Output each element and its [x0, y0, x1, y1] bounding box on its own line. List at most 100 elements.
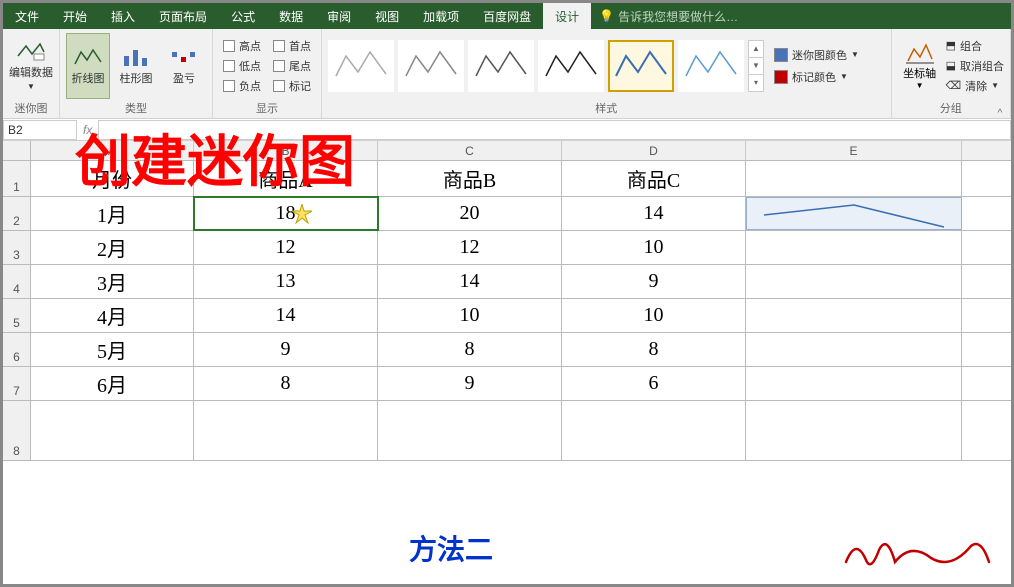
cell-e3[interactable]: [746, 231, 962, 264]
cell-b4[interactable]: 13: [194, 265, 378, 298]
row-header-1[interactable]: 1: [3, 161, 31, 196]
group-label-show: 显示: [219, 100, 315, 116]
group-label-type: 类型: [66, 100, 206, 116]
cell-e5[interactable]: [746, 299, 962, 332]
cell-c5[interactable]: 10: [378, 299, 562, 332]
neg-point-checkbox[interactable]: 负点: [223, 78, 261, 94]
annotation-subtitle: 方法二: [409, 528, 493, 568]
cell-a4[interactable]: 3月: [31, 265, 194, 298]
cell-c1[interactable]: 商品B: [378, 161, 562, 196]
tab-formulas[interactable]: 公式: [219, 3, 267, 29]
cell-a6[interactable]: 5月: [31, 333, 194, 366]
row-header-2[interactable]: 2: [3, 197, 31, 230]
cell-e1[interactable]: [746, 161, 962, 196]
cell-c8[interactable]: [378, 401, 562, 460]
tab-view[interactable]: 视图: [363, 3, 411, 29]
tab-design[interactable]: 设计: [543, 3, 591, 29]
cell-a8[interactable]: [31, 401, 194, 460]
tab-file[interactable]: 文件: [3, 3, 51, 29]
row-header-7[interactable]: 7: [3, 367, 31, 400]
cell-d8[interactable]: [562, 401, 746, 460]
cell-d2[interactable]: 14: [562, 197, 746, 230]
cell-c2[interactable]: 20: [378, 197, 562, 230]
style-option-1[interactable]: [328, 40, 394, 92]
tab-review[interactable]: 审阅: [315, 3, 363, 29]
cell-e7[interactable]: [746, 367, 962, 400]
line-type-button[interactable]: 折线图: [66, 33, 110, 99]
gallery-more-button[interactable]: ▾: [749, 75, 763, 91]
cell-b7[interactable]: 8: [194, 367, 378, 400]
cell-c3[interactable]: 12: [378, 231, 562, 264]
cell-e6[interactable]: [746, 333, 962, 366]
axis-button[interactable]: 坐标轴 ▼: [898, 33, 942, 99]
row-header-6[interactable]: 6: [3, 333, 31, 366]
column-type-button[interactable]: 柱形图: [114, 33, 158, 99]
row-header-3[interactable]: 3: [3, 231, 31, 264]
tab-baidu[interactable]: 百度网盘: [471, 3, 543, 29]
tab-addins[interactable]: 加载项: [411, 3, 471, 29]
cell-c6[interactable]: 8: [378, 333, 562, 366]
cell-b8[interactable]: [194, 401, 378, 460]
style-option-5[interactable]: [608, 40, 674, 92]
line-label: 折线图: [72, 70, 105, 86]
style-option-4[interactable]: [538, 40, 604, 92]
sparkline-color-button[interactable]: 迷你图颜色▼: [774, 45, 859, 65]
row-header-5[interactable]: 5: [3, 299, 31, 332]
cell-e2-sparkline[interactable]: [746, 197, 962, 230]
style-option-2[interactable]: [398, 40, 464, 92]
cell-c7[interactable]: 9: [378, 367, 562, 400]
high-point-checkbox[interactable]: 高点: [223, 38, 261, 54]
cell-b1[interactable]: 商品A: [194, 161, 378, 196]
cell-b6[interactable]: 9: [194, 333, 378, 366]
cell-a1[interactable]: 月份: [31, 161, 194, 196]
edit-data-button[interactable]: 编辑数据 ▼: [9, 33, 53, 99]
markers-checkbox[interactable]: 标记: [273, 78, 311, 94]
row-header-4[interactable]: 4: [3, 265, 31, 298]
col-header-e[interactable]: E: [746, 141, 962, 160]
gallery-up-button[interactable]: ▲: [749, 41, 763, 58]
cell-e4[interactable]: [746, 265, 962, 298]
winloss-label: 盈亏: [173, 70, 195, 86]
cell-d3[interactable]: 10: [562, 231, 746, 264]
collapse-ribbon-button[interactable]: ^: [989, 29, 1011, 119]
ungroup-icon: ⬓: [946, 59, 956, 72]
col-header-c[interactable]: C: [378, 141, 562, 160]
tab-data[interactable]: 数据: [267, 3, 315, 29]
style-option-3[interactable]: [468, 40, 534, 92]
col-header-d[interactable]: D: [562, 141, 746, 160]
cell-d5[interactable]: 10: [562, 299, 746, 332]
signature-watermark: [841, 532, 991, 576]
cell-d6[interactable]: 8: [562, 333, 746, 366]
tell-me-search[interactable]: 💡 告诉我您想要做什么…: [599, 8, 738, 25]
tab-page-layout[interactable]: 页面布局: [147, 3, 219, 29]
marker-color-button[interactable]: 标记颜色▼: [774, 67, 859, 87]
cell-b2[interactable]: 18: [194, 197, 378, 230]
select-all-corner[interactable]: [3, 141, 31, 160]
last-point-checkbox[interactable]: 尾点: [273, 58, 311, 74]
cell-a7[interactable]: 6月: [31, 367, 194, 400]
fx-icon[interactable]: fx: [77, 123, 98, 137]
tab-insert[interactable]: 插入: [99, 3, 147, 29]
cell-c4[interactable]: 14: [378, 265, 562, 298]
col-header-b[interactable]: B: [194, 141, 378, 160]
cell-d7[interactable]: 6: [562, 367, 746, 400]
style-option-6[interactable]: [678, 40, 744, 92]
cell-a2[interactable]: 1月: [31, 197, 194, 230]
cell-a3[interactable]: 2月: [31, 231, 194, 264]
cell-e8[interactable]: [746, 401, 962, 460]
cell-a5[interactable]: 4月: [31, 299, 194, 332]
winloss-type-button[interactable]: 盈亏: [162, 33, 206, 99]
cell-d4[interactable]: 9: [562, 265, 746, 298]
first-point-checkbox[interactable]: 首点: [273, 38, 311, 54]
gallery-down-button[interactable]: ▼: [749, 58, 763, 75]
row-header-8[interactable]: 8: [3, 401, 31, 460]
cell-d1[interactable]: 商品C: [562, 161, 746, 196]
name-box-input[interactable]: [3, 120, 77, 140]
formula-bar-input[interactable]: [98, 120, 1011, 140]
style-gallery: ▲ ▼ ▾: [328, 40, 764, 92]
tab-home[interactable]: 开始: [51, 3, 99, 29]
cell-b5[interactable]: 14: [194, 299, 378, 332]
low-point-checkbox[interactable]: 低点: [223, 58, 261, 74]
col-header-a[interactable]: A: [31, 141, 194, 160]
cell-b3[interactable]: 12: [194, 231, 378, 264]
